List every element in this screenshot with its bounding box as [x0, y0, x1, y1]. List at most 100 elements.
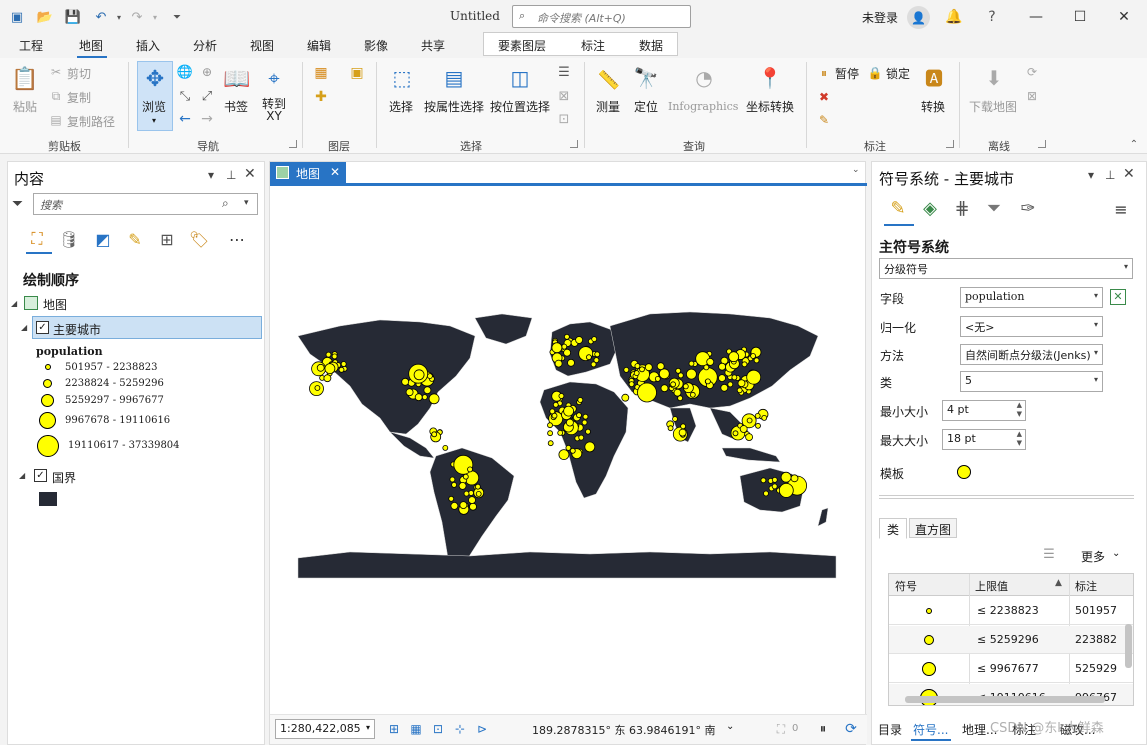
city-point[interactable] [680, 423, 687, 430]
clear-selection-icon[interactable]: ⊠ [556, 88, 572, 104]
more-dropdown-icon[interactable]: ⌄ [1112, 548, 1120, 559]
city-point[interactable] [405, 388, 414, 397]
convert-labels-button[interactable]: 转换 [921, 98, 945, 115]
city-point[interactable] [594, 351, 601, 358]
fixed-zoom-in-icon[interactable]: ⤡ [177, 88, 193, 104]
city-point[interactable] [565, 444, 572, 451]
layer-visibility-checkbox[interactable]: ✓ [36, 321, 49, 334]
city-point[interactable] [682, 383, 689, 390]
city-point[interactable] [706, 357, 715, 366]
city-point[interactable] [727, 381, 734, 388]
city-point[interactable] [563, 405, 575, 417]
city-point[interactable] [741, 361, 748, 368]
city-point[interactable] [578, 434, 585, 441]
paste-button[interactable]: 粘贴 [13, 98, 37, 115]
class-symbol[interactable] [922, 662, 936, 676]
city-point[interactable] [561, 343, 568, 350]
histogram-tab[interactable]: 直方图 [909, 518, 957, 538]
refresh-icon[interactable]: ⟳ [843, 721, 859, 737]
pane-options-icon[interactable]: ▾ [1088, 168, 1094, 182]
vertical-scrollbar[interactable] [1125, 624, 1132, 668]
city-point[interactable] [413, 369, 425, 381]
new-project-icon[interactable]: ▣ [8, 8, 26, 26]
more-labeling-icon[interactable]: ✎ [816, 112, 832, 128]
city-point[interactable] [639, 366, 645, 373]
city-point[interactable] [450, 501, 459, 510]
attributes-table-icon[interactable]: ☰ [556, 64, 572, 80]
city-point[interactable] [656, 362, 665, 371]
help-icon[interactable]: ? [977, 4, 1007, 30]
selection-launcher[interactable] [570, 140, 578, 148]
layer-row-cities[interactable]: ◢ ✓ 主要城市 [21, 316, 262, 339]
city-point[interactable] [585, 354, 592, 361]
city-point[interactable] [325, 351, 332, 358]
max-size-stepper[interactable]: 18 pt ▲ ▼ [942, 429, 1026, 450]
city-point[interactable] [728, 351, 740, 363]
city-point[interactable] [421, 394, 428, 401]
pin-pane-icon[interactable]: ⊥ [226, 168, 236, 182]
select-by-attributes-button[interactable]: 按属性选择 [424, 98, 484, 115]
city-point[interactable] [581, 419, 588, 426]
display-filters-icon[interactable]: ⏷ [982, 196, 1006, 220]
city-point[interactable] [685, 368, 697, 380]
table-view-icon[interactable]: ▦ [408, 721, 424, 737]
user-avatar-icon[interactable]: 👤 [907, 6, 930, 29]
city-point[interactable] [628, 381, 635, 388]
tab-view[interactable]: 视图 [250, 37, 274, 54]
city-point[interactable] [755, 422, 761, 429]
pause-labels-button[interactable]: 暂停 [835, 65, 859, 82]
search-dropdown-icon[interactable]: ▾ [244, 198, 249, 208]
column-header-upper-value[interactable]: 上限值 [975, 578, 1008, 594]
save-icon[interactable]: 💾 [64, 8, 82, 26]
city-point[interactable] [718, 374, 726, 383]
remove-offline-icon[interactable]: ⊠ [1024, 88, 1040, 104]
city-point[interactable] [780, 471, 792, 483]
column-header-label[interactable]: 标注 [1075, 578, 1097, 594]
city-point[interactable] [458, 481, 467, 490]
city-point[interactable] [677, 372, 684, 379]
city-point[interactable] [547, 422, 553, 429]
city-point[interactable] [736, 387, 743, 394]
city-point[interactable] [582, 413, 589, 420]
city-point[interactable] [688, 360, 695, 367]
zoom-to-selection-icon[interactable]: ⊕ [199, 64, 215, 80]
class-label[interactable]: 525929 [1075, 662, 1117, 675]
next-extent-icon[interactable]: → [199, 111, 215, 127]
coordinate-conversion-button[interactable]: 坐标转换 [746, 98, 794, 115]
table-row[interactable]: ≤ 5259296 223882 [889, 626, 1133, 654]
table-row[interactable]: ≤ 9967677 525929 [889, 655, 1133, 683]
city-point[interactable] [660, 384, 669, 393]
class-upper-value[interactable]: ≤ 2238823 [977, 604, 1039, 617]
city-point[interactable] [761, 414, 768, 421]
tab-analysis[interactable]: 分析 [193, 37, 217, 54]
copy-button[interactable]: 复制 [67, 89, 91, 106]
city-point[interactable] [718, 362, 727, 371]
city-point[interactable] [576, 412, 582, 419]
explore-button[interactable]: ✥ 浏览 ▾ [137, 61, 173, 131]
city-point[interactable] [442, 444, 449, 451]
city-point[interactable] [565, 418, 574, 427]
city-point[interactable] [563, 348, 572, 357]
tab-edit[interactable]: 编辑 [307, 37, 331, 54]
city-point[interactable] [585, 428, 591, 435]
notifications-bell-icon[interactable]: 🔔 [939, 4, 969, 30]
city-point[interactable] [563, 333, 570, 340]
collapse-ribbon-icon[interactable]: ⌃ [1128, 138, 1140, 150]
download-map-button[interactable]: 下载地图 [969, 98, 1017, 115]
navigate-launcher[interactable] [289, 140, 297, 148]
tab-insert[interactable]: 插入 [136, 37, 160, 54]
tab-imagery[interactable]: 影像 [364, 37, 388, 54]
basemap-icon[interactable]: ▦ [312, 64, 330, 82]
field-select[interactable]: population ▾ [960, 287, 1103, 308]
open-folder-icon[interactable]: 📂 [36, 8, 54, 26]
city-point[interactable] [577, 397, 584, 403]
full-extent-icon[interactable]: 🌐 [177, 64, 193, 80]
city-point[interactable] [678, 428, 687, 437]
city-point[interactable] [745, 433, 754, 442]
city-point[interactable] [323, 374, 332, 383]
city-point[interactable] [703, 364, 710, 371]
city-point[interactable] [448, 495, 455, 502]
lock-labels-button[interactable]: 锁定 [886, 65, 910, 82]
select-button[interactable]: 选择 [389, 98, 413, 115]
show-columns-icon[interactable]: ☰ [1041, 546, 1057, 562]
